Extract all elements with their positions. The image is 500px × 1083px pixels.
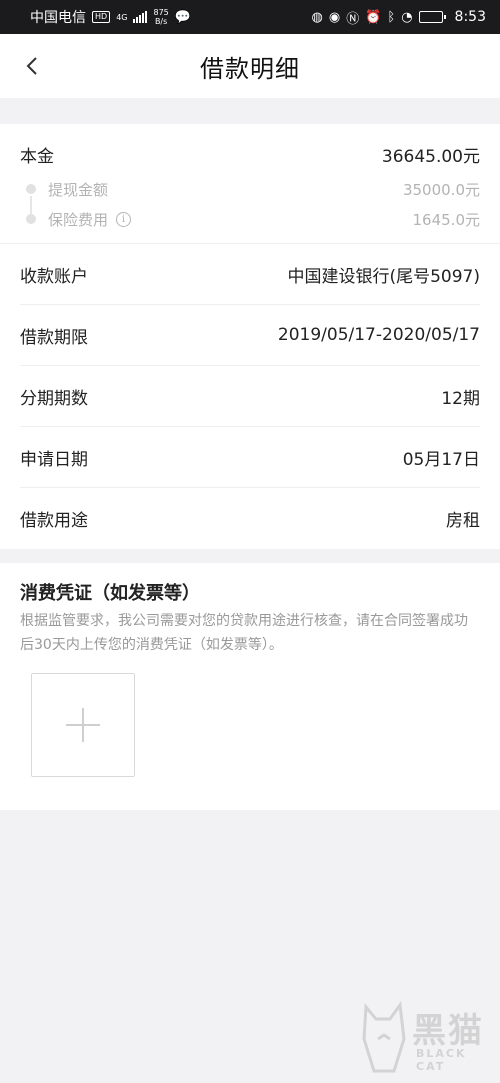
row-label: 借款用途 [20,511,88,531]
loan-detail-card: 本金 36645.00元 提现金额 35000.0元 保险费用 i 1645.0… [0,124,500,549]
loan-purpose-row: 借款用途 房租 [20,488,480,549]
data-saver-icon: ◔ [401,9,413,25]
row-label: 申请日期 [20,449,88,470]
principal-value: 36645.00元 [381,147,480,167]
principal-section: 本金 36645.00元 提现金额 35000.0元 保险费用 i 1645.0… [0,124,500,244]
row-value: 12期 [441,388,480,409]
loan-term-row: 借款期限 2019/05/17-2020/05/17 [20,305,480,366]
watermark-sub: BLACK CAT [416,1047,467,1073]
nav-header: 借款明细 [0,34,500,98]
plus-icon [66,708,100,742]
hd-badge: HD [92,11,111,23]
row-label: 分期期数 [20,388,88,409]
voucher-title: 消费凭证（如发票等） [20,583,200,604]
clock-time: 8:53 [454,9,486,25]
signal-icon [133,11,148,23]
timeline-dot [26,184,36,194]
insurance-value: 1645.0元 [412,210,481,229]
speed-value: 875 [153,8,169,17]
battery-icon [418,11,446,23]
apply-date-row: 申请日期 05月17日 [20,427,480,488]
installments-row: 分期期数 12期 [20,366,480,427]
wechat-icon: 💬 [174,9,191,25]
row-label: 借款期限 [20,327,88,348]
upload-voucher-button[interactable] [31,673,135,777]
row-value: 05月17日 [402,449,480,470]
row-value: 房租 [446,511,480,531]
status-right: ◍ ◉ Ⓝ ⏰ ᛒ ◔ 8:53 [312,8,487,27]
speed-unit: B/s [154,17,168,26]
nfc-icon: Ⓝ [346,11,360,27]
principal-label: 本金 [20,147,54,167]
watermark-name: 黑猫 [412,1011,484,1051]
status-left: 中国电信 HD 4G 875 B/s 💬 [30,7,191,27]
voucher-description: 根据监管要求，我公司需要对您的贷款用途进行核查，请在合同签署成功后30天内上传您… [20,613,468,653]
chevron-left-icon [26,57,37,75]
principal-row: 本金 36645.00元 [20,142,480,167]
alarm-icon: ⏰ [365,9,382,25]
withdrawal-label: 提现金额 [48,180,109,199]
row-value: 2019/05/17-2020/05/17 [277,325,480,345]
insurance-label: 保险费用 [48,210,109,229]
bluetooth-icon: ᛒ [387,9,396,25]
page-title: 借款明细 [200,54,300,83]
hearing-icon: ◍ [311,9,323,25]
eye-icon: ◉ [328,9,341,25]
voucher-section: 消费凭证（如发票等） 根据监管要求，我公司需要对您的贷款用途进行核查，请在合同签… [0,563,500,810]
network-speed: 875 B/s [153,8,168,26]
receiving-account-row: 收款账户 中国建设银行(尾号5097) [20,244,480,305]
insurance-row: 保险费用 i 1645.0元 [20,208,480,230]
back-button[interactable] [18,52,46,80]
info-icon[interactable]: i [116,211,132,227]
withdrawal-row: 提现金额 35000.0元 [20,178,480,200]
watermark-logo: 黑猫 BLACK CAT [360,997,490,1077]
row-value: 中国建设银行(尾号5097) [287,266,480,287]
row-label: 收款账户 [20,266,88,287]
withdrawal-value: 35000.0元 [402,180,480,199]
status-bar: 中国电信 HD 4G 875 B/s 💬 ◍ ◉ Ⓝ ⏰ ᛒ ◔ 8:53 [0,0,500,34]
timeline-dot [26,214,36,224]
carrier-name: 中国电信 [30,10,86,26]
network-type: 4G [116,12,128,22]
cat-logo-icon [362,1000,406,1073]
